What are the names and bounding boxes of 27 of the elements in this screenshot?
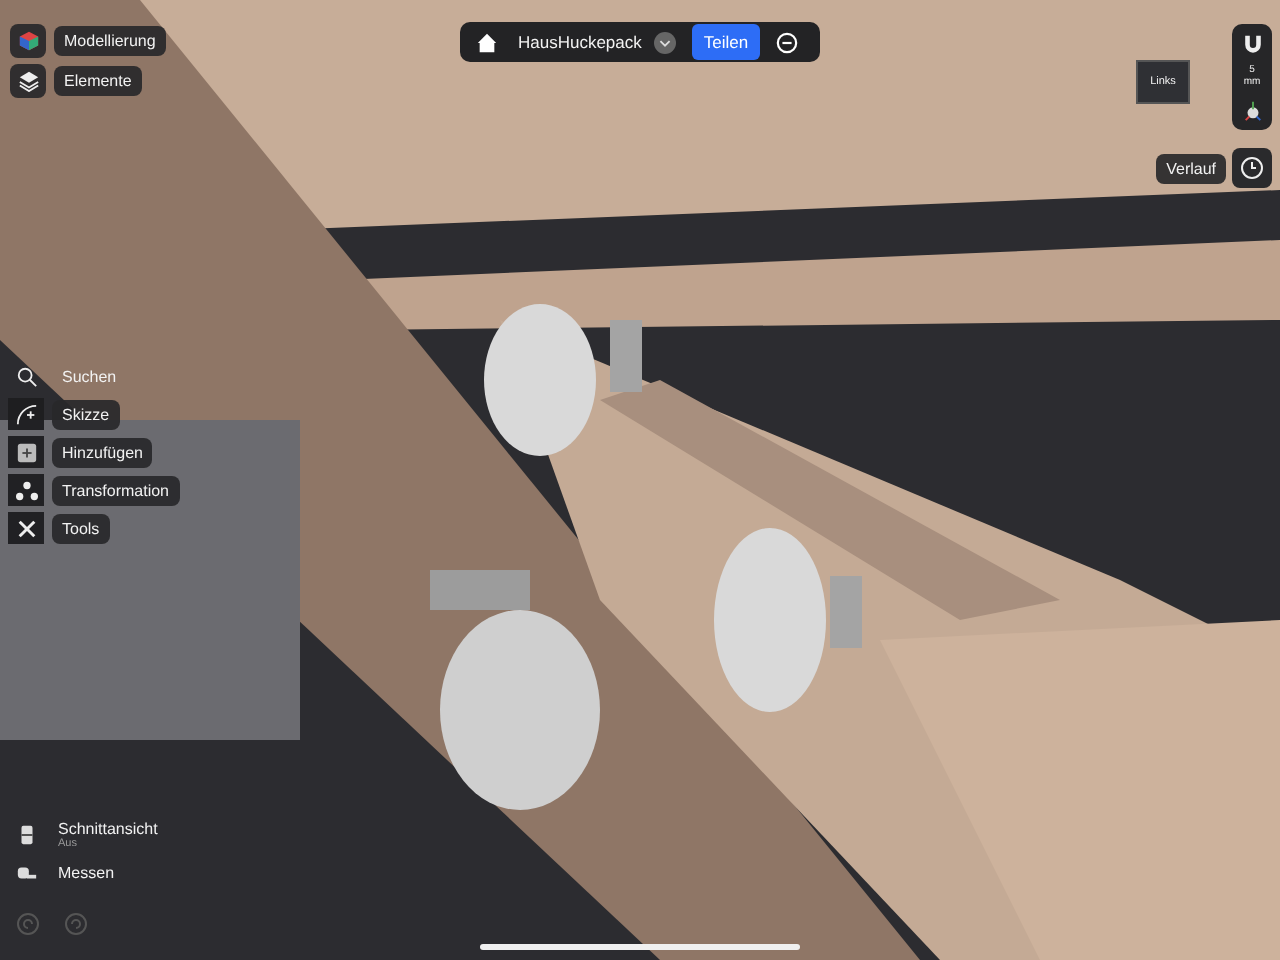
chevron-icon[interactable] (653, 31, 676, 53)
tool-label[interactable]: Suchen (52, 361, 127, 391)
history-label[interactable]: Verlauf (1156, 153, 1226, 183)
tools-icon[interactable] (15, 517, 37, 539)
tool-label[interactable]: Messen (58, 864, 115, 882)
workspace-label[interactable]: Elemente (54, 66, 142, 96)
tool-label[interactable]: Transformation (52, 475, 179, 505)
share-button[interactable]: Teilen (691, 24, 761, 60)
tape-measure-icon[interactable] (16, 862, 38, 884)
axes-icon[interactable] (1241, 100, 1263, 122)
workspace-label[interactable]: Modellierung (54, 26, 166, 56)
arc-icon[interactable] (15, 403, 37, 425)
magnet-icon[interactable] (1241, 32, 1263, 54)
nodes-icon[interactable] (15, 479, 37, 501)
plus-square-icon[interactable] (15, 441, 37, 463)
cube-icon (17, 30, 39, 52)
tool-label[interactable]: Hinzufügen (52, 437, 153, 467)
more-icon[interactable] (776, 31, 799, 53)
home-icon[interactable] (476, 31, 498, 53)
project-name[interactable]: HausHuckepack (518, 32, 642, 52)
layers-icon (17, 70, 39, 92)
search-icon[interactable] (15, 365, 37, 387)
tool-label[interactable]: Tools (52, 513, 110, 543)
tool-label[interactable]: Skizze (52, 399, 120, 429)
section-icon[interactable] (16, 824, 38, 846)
clock-icon[interactable] (1232, 148, 1272, 188)
tool-label[interactable]: Schnittansicht (58, 820, 158, 838)
